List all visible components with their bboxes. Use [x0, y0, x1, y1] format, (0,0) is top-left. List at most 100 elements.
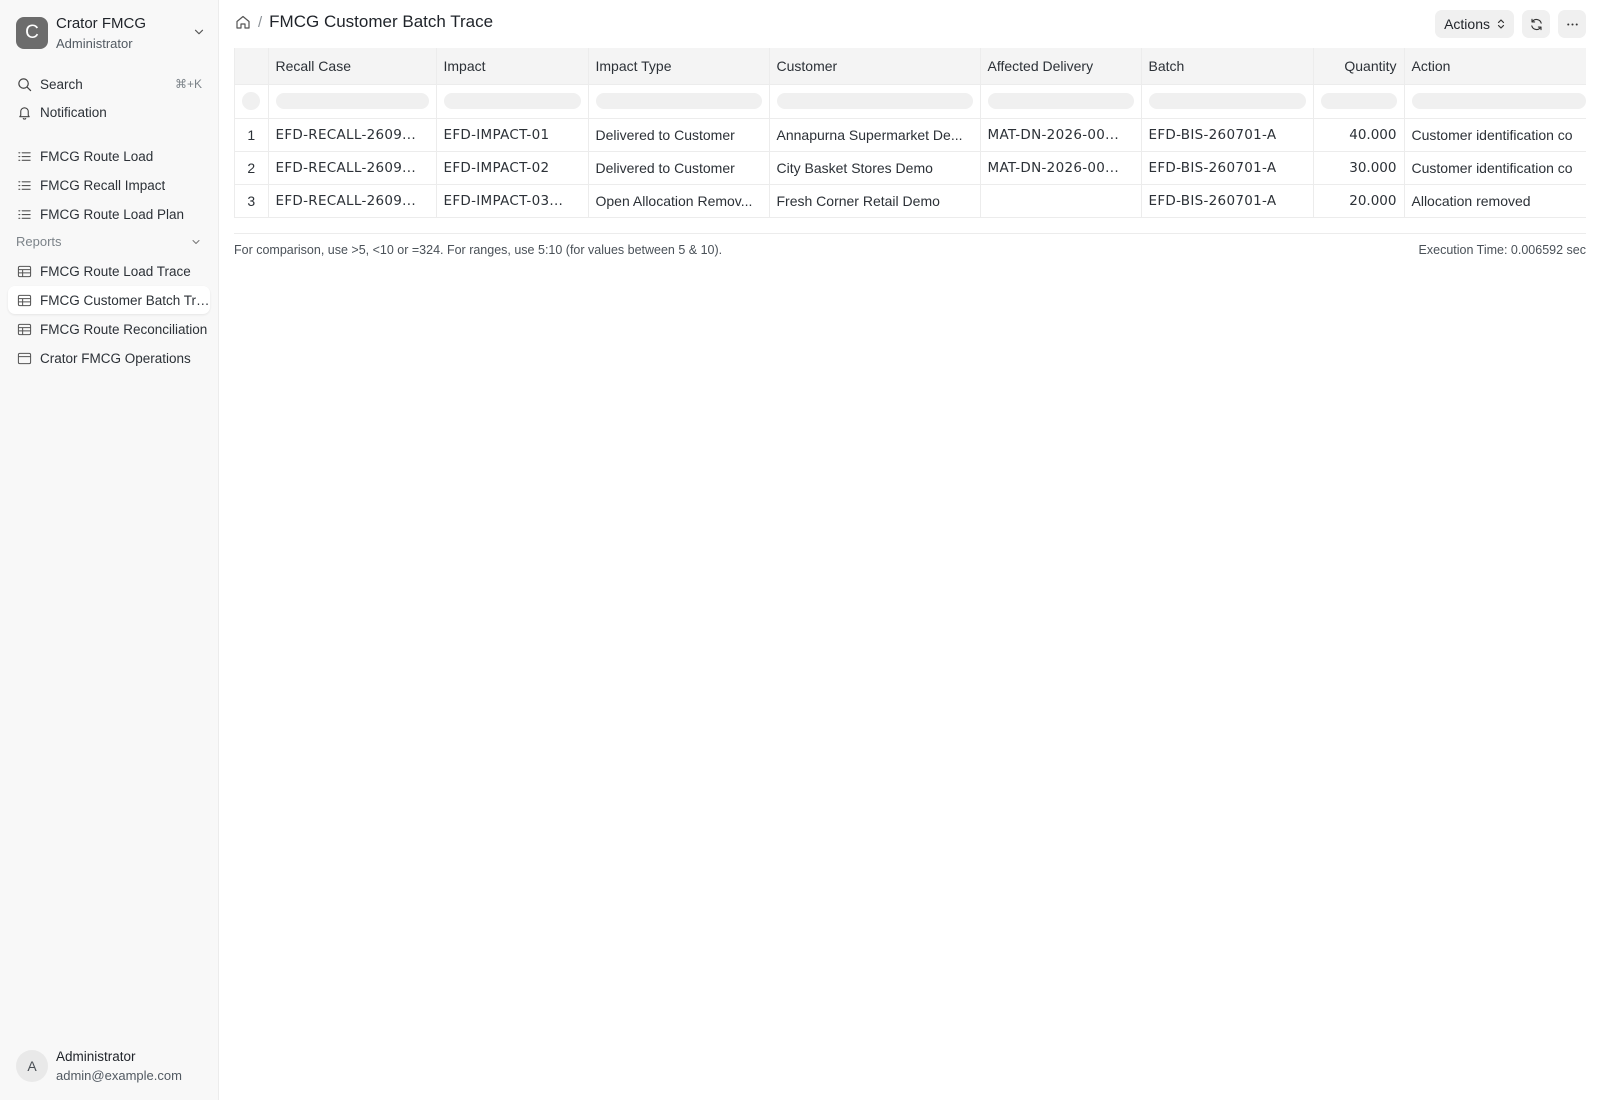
- cell-customer[interactable]: Annapurna Supermarket De...: [769, 118, 981, 152]
- row-index: 1: [235, 118, 269, 152]
- filter-input-action[interactable]: [1411, 93, 1586, 109]
- sidebar-notification[interactable]: Notification: [8, 98, 210, 126]
- sort-icon: [1497, 19, 1505, 29]
- list-icon: [16, 148, 32, 164]
- reports-section-label: Reports: [16, 234, 62, 249]
- row-index: 3: [235, 184, 269, 218]
- report-table-container[interactable]: Recall Case Impact Impact Type Customer …: [234, 48, 1586, 218]
- cell-quantity[interactable]: 30.000: [1313, 151, 1405, 185]
- sidebar-item-label: FMCG Route Load Plan: [40, 206, 185, 222]
- main-content: / FMCG Customer Batch Trace Actions Reca…: [219, 0, 1600, 1100]
- cell-batch[interactable]: EFD-BIS-260701-A: [1141, 151, 1314, 185]
- sidebar-item-fmcg-route-load-plan[interactable]: FMCG Route Load Plan: [8, 200, 210, 228]
- filter-input-impact[interactable]: [443, 93, 581, 109]
- column-header-customer[interactable]: Customer: [769, 48, 981, 85]
- breadcrumb: / FMCG Customer Batch Trace: [235, 12, 493, 32]
- column-header-impact-type[interactable]: Impact Type: [588, 48, 770, 85]
- filter-input-recall-case[interactable]: [275, 93, 429, 109]
- table-icon: [16, 292, 32, 308]
- cell-affected-delivery[interactable]: [980, 184, 1142, 218]
- cell-quantity[interactable]: 20.000: [1313, 184, 1405, 218]
- column-header-affected-delivery[interactable]: Affected Delivery: [980, 48, 1142, 85]
- sidebar: C Crator FMCG Administrator Search ⌘+K N…: [0, 0, 219, 1100]
- table-row[interactable]: 3 EFD-RECALL-2609... EFD-IMPACT-03... Op…: [235, 184, 1586, 218]
- cell-impact[interactable]: EFD-IMPACT-01: [436, 118, 589, 152]
- filter-cell: [1313, 84, 1405, 119]
- filter-cell: [588, 84, 770, 119]
- filter-cell: [436, 84, 589, 119]
- filter-input-quantity[interactable]: [1320, 93, 1397, 109]
- more-horizontal-icon: [1566, 22, 1578, 26]
- sidebar-search-label: Search: [40, 76, 83, 92]
- column-header-action[interactable]: Action: [1404, 48, 1586, 85]
- list-icon: [16, 177, 32, 193]
- refresh-icon: [1530, 18, 1542, 30]
- table-row[interactable]: 2 EFD-RECALL-2609... EFD-IMPACT-02 Deliv…: [235, 151, 1586, 185]
- sidebar-item-label: FMCG Route Reconciliation: [40, 321, 208, 337]
- cell-action[interactable]: Allocation removed: [1404, 184, 1586, 218]
- filter-row: [235, 84, 1586, 119]
- cell-impact-type[interactable]: Delivered to Customer: [588, 118, 770, 152]
- home-icon[interactable]: [235, 14, 251, 30]
- workspace-switcher[interactable]: C Crator FMCG Administrator: [16, 15, 206, 51]
- cell-impact-type[interactable]: Delivered to Customer: [588, 151, 770, 185]
- execution-time: Execution Time: 0.006592 sec: [1418, 243, 1586, 257]
- cell-batch[interactable]: EFD-BIS-260701-A: [1141, 118, 1314, 152]
- chevron-down-icon: [192, 239, 200, 244]
- page-title: FMCG Customer Batch Trace: [269, 12, 494, 31]
- filter-input-batch[interactable]: [1148, 93, 1306, 109]
- refresh-button[interactable]: [1522, 10, 1550, 38]
- user-menu[interactable]: A Administrator admin@example.com: [16, 1048, 182, 1084]
- cell-impact[interactable]: EFD-IMPACT-03...: [436, 184, 589, 218]
- column-header-batch[interactable]: Batch: [1141, 48, 1314, 85]
- select-all-checkbox[interactable]: [242, 92, 261, 110]
- row-index: 2: [235, 151, 269, 185]
- column-header-impact[interactable]: Impact: [436, 48, 589, 85]
- chevron-down-icon: [194, 29, 204, 35]
- more-options-button[interactable]: [1558, 10, 1586, 38]
- cell-impact[interactable]: EFD-IMPACT-02: [436, 151, 589, 185]
- report-footer: For comparison, use >5, <10 or =324. For…: [234, 233, 1586, 257]
- cell-recall-case[interactable]: EFD-RECALL-2609...: [268, 151, 437, 185]
- column-header-quantity[interactable]: Quantity: [1313, 48, 1405, 85]
- column-header-recall-case[interactable]: Recall Case: [268, 48, 437, 85]
- filter-cell: [1141, 84, 1314, 119]
- filter-hint: For comparison, use >5, <10 or =324. For…: [234, 243, 723, 257]
- user-name: Administrator: [56, 1049, 136, 1064]
- workspace-logo: C: [16, 17, 48, 49]
- cell-impact-type[interactable]: Open Allocation Remov...: [588, 184, 770, 218]
- search-icon: [16, 76, 32, 92]
- filter-input-affected-delivery[interactable]: [987, 93, 1134, 109]
- sidebar-report-customer-batch-trace[interactable]: FMCG Customer Batch Trace: [8, 286, 210, 314]
- cell-quantity[interactable]: 40.000: [1313, 118, 1405, 152]
- filter-cell: [235, 84, 269, 119]
- sidebar-item-fmcg-recall-impact[interactable]: FMCG Recall Impact: [8, 171, 210, 199]
- sidebar-item-label: FMCG Recall Impact: [40, 177, 166, 193]
- sidebar-report-route-reconciliation[interactable]: FMCG Route Reconciliation: [8, 315, 210, 343]
- cell-recall-case[interactable]: EFD-RECALL-2609...: [268, 118, 437, 152]
- actions-button[interactable]: Actions: [1435, 10, 1514, 38]
- sidebar-item-label: FMCG Route Load Trace: [40, 263, 191, 279]
- table-header-row: Recall Case Impact Impact Type Customer …: [235, 48, 1586, 85]
- cell-recall-case[interactable]: EFD-RECALL-2609...: [268, 184, 437, 218]
- workspace-role: Administrator: [56, 35, 133, 51]
- filter-cell: [268, 84, 437, 119]
- cell-affected-delivery[interactable]: MAT-DN-2026-00...: [980, 118, 1142, 152]
- sidebar-report-crator-fmcg-operations[interactable]: Crator FMCG Operations: [8, 344, 210, 372]
- cell-batch[interactable]: EFD-BIS-260701-A: [1141, 184, 1314, 218]
- filter-input-impact-type[interactable]: [595, 93, 762, 109]
- table-row[interactable]: 1 EFD-RECALL-2609... EFD-IMPACT-01 Deliv…: [235, 118, 1586, 152]
- cell-action[interactable]: Customer identification co: [1404, 118, 1586, 152]
- filter-cell: [1404, 84, 1586, 119]
- sidebar-report-route-load-trace[interactable]: FMCG Route Load Trace: [8, 257, 210, 285]
- filter-cell: [980, 84, 1142, 119]
- cell-action[interactable]: Customer identification co: [1404, 151, 1586, 185]
- filter-input-customer[interactable]: [776, 93, 973, 109]
- sidebar-search[interactable]: Search ⌘+K: [8, 70, 210, 98]
- reports-section-toggle[interactable]: Reports: [16, 234, 202, 249]
- sidebar-item-fmcg-route-load[interactable]: FMCG Route Load: [8, 142, 210, 170]
- filter-cell: [769, 84, 981, 119]
- cell-customer[interactable]: Fresh Corner Retail Demo: [769, 184, 981, 218]
- cell-customer[interactable]: City Basket Stores Demo: [769, 151, 981, 185]
- cell-affected-delivery[interactable]: MAT-DN-2026-00...: [980, 151, 1142, 185]
